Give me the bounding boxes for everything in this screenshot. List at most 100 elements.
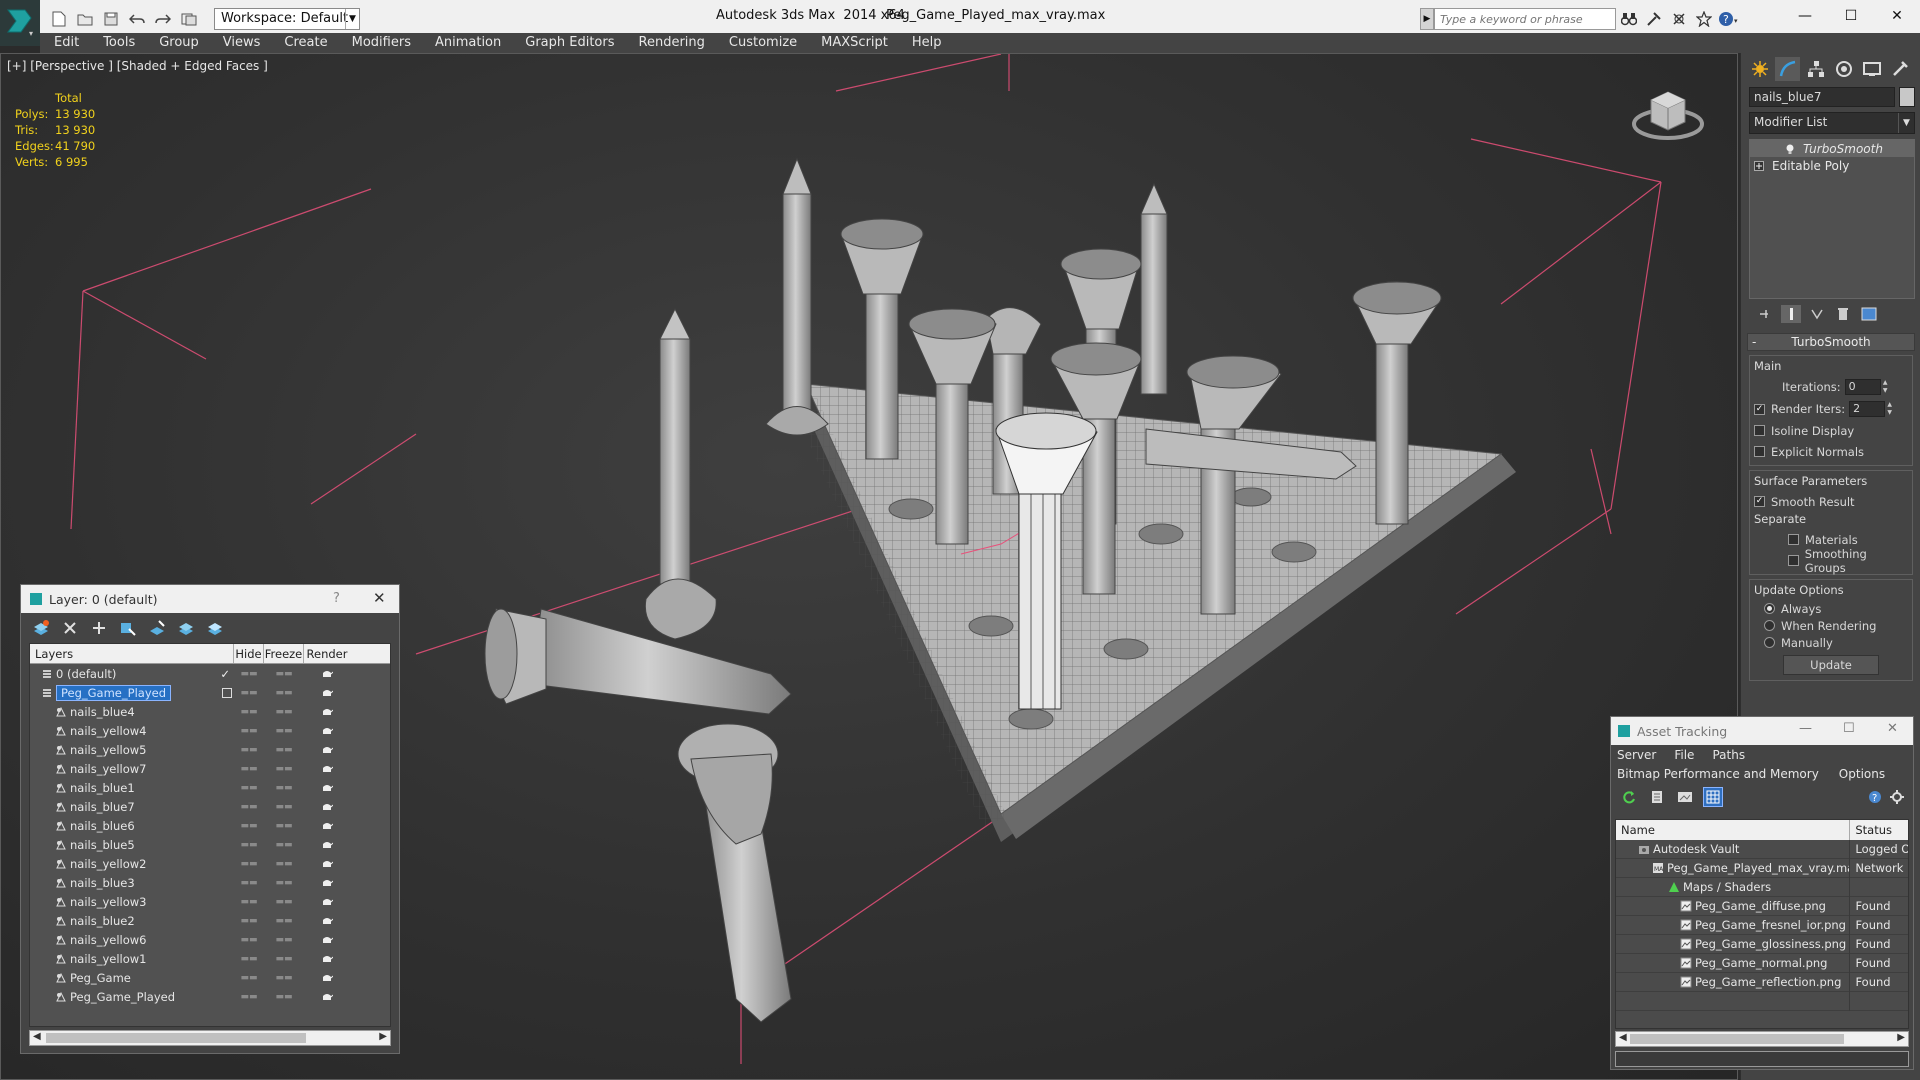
lightbulb-icon[interactable] <box>1785 144 1795 154</box>
render-toggle[interactable] <box>304 840 350 850</box>
table-view-icon[interactable] <box>1703 787 1723 807</box>
make-unique-icon[interactable] <box>1807 305 1827 323</box>
hide-toggle[interactable]: ▬▬ <box>234 878 264 888</box>
rollout-header[interactable]: - TurboSmooth <box>1747 333 1915 351</box>
hide-toggle[interactable]: ▬▬ <box>234 897 264 907</box>
column-status[interactable]: Status <box>1850 820 1908 840</box>
active-layer-check-icon[interactable]: ✓ <box>220 667 230 681</box>
scroll-right-icon[interactable]: ▶ <box>1897 1032 1905 1043</box>
freeze-toggle[interactable]: ▬▬ <box>264 726 304 736</box>
column-hide[interactable]: Hide <box>234 644 264 663</box>
isoline-display-checkbox[interactable] <box>1754 425 1765 436</box>
layer-row[interactable]: nails_yellow3 ▬▬ ▬▬ <box>30 892 390 911</box>
manually-radio[interactable] <box>1764 637 1775 648</box>
open-file-icon[interactable] <box>74 9 96 29</box>
save-file-icon[interactable] <box>100 9 122 29</box>
column-render[interactable]: Render <box>304 644 350 663</box>
configure-modifier-sets-icon[interactable] <box>1859 305 1879 323</box>
close-button[interactable]: ✕ <box>1887 721 1898 736</box>
column-freeze[interactable]: Freeze <box>264 644 304 663</box>
freeze-toggle[interactable]: ▬▬ <box>264 973 304 983</box>
render-toggle[interactable] <box>304 783 350 793</box>
favorites-star-icon[interactable] <box>1692 8 1716 30</box>
help-icon[interactable]: ? ▾ <box>1717 8 1741 30</box>
menu-group[interactable]: Group <box>147 33 211 53</box>
minimize-button[interactable]: — <box>1799 721 1812 736</box>
hierarchy-tab-icon[interactable] <box>1803 57 1828 81</box>
asset-row[interactable]: MAXPeg_Game_Played_max_vray.max Network P… <box>1616 858 1908 878</box>
update-button[interactable]: Update <box>1783 655 1879 675</box>
freeze-toggle[interactable]: ▬▬ <box>264 840 304 850</box>
smooth-result-checkbox[interactable]: ✓ <box>1754 496 1765 507</box>
hide-all-layers-icon[interactable] <box>176 618 196 638</box>
freeze-toggle[interactable]: ▬▬ <box>264 745 304 755</box>
hide-toggle[interactable]: ▬▬ <box>234 802 264 812</box>
list-view-icon[interactable] <box>1647 787 1667 807</box>
scroll-right-icon[interactable]: ▶ <box>379 1031 387 1042</box>
highlight-selected-layer-icon[interactable] <box>147 618 167 638</box>
menu-tools[interactable]: Tools <box>91 33 147 53</box>
refresh-icon[interactable] <box>1619 787 1639 807</box>
menu-create[interactable]: Create <box>272 33 339 53</box>
close-button[interactable]: ✕ <box>373 589 386 607</box>
object-name-field[interactable] <box>1749 87 1895 107</box>
viewport-label[interactable]: [+] [Perspective ] [Shaded + Edged Faces… <box>7 59 268 73</box>
render-toggle[interactable] <box>304 707 350 717</box>
render-toggle[interactable] <box>304 745 350 755</box>
help-icon[interactable]: ? <box>1865 787 1885 807</box>
render-iters-checkbox[interactable]: ✓ <box>1754 403 1765 415</box>
freeze-toggle[interactable]: ▬▬ <box>264 783 304 793</box>
freeze-toggle[interactable]: ▬▬ <box>264 669 304 679</box>
hide-toggle[interactable]: ▬▬ <box>234 840 264 850</box>
minimize-button[interactable]: — <box>1782 0 1828 32</box>
scrollbar-thumb[interactable] <box>46 1033 306 1043</box>
layer-row[interactable]: nails_blue3 ▬▬ ▬▬ <box>30 873 390 892</box>
render-toggle[interactable] <box>304 954 350 964</box>
render-toggle[interactable] <box>304 897 350 907</box>
current-layer-box-icon[interactable] <box>222 687 232 698</box>
menu-bitmap-performance[interactable]: Bitmap Performance and Memory <box>1617 767 1819 781</box>
when-rendering-radio[interactable] <box>1764 620 1775 631</box>
pin-stack-icon[interactable] <box>1755 305 1775 323</box>
hide-toggle[interactable]: ▬▬ <box>234 764 264 774</box>
utilities-tab-icon[interactable] <box>1887 57 1912 81</box>
hide-toggle[interactable]: ▬▬ <box>234 669 264 679</box>
always-radio[interactable] <box>1764 603 1775 614</box>
asset-row[interactable]: Maps / Shaders <box>1616 877 1908 897</box>
render-toggle[interactable] <box>304 878 350 888</box>
materials-checkbox[interactable] <box>1788 534 1799 545</box>
render-iters-spinner[interactable]: 2 <box>1849 401 1886 417</box>
undo-icon[interactable] <box>126 9 148 29</box>
asset-row[interactable]: Autodesk Vault Logged Out <box>1616 839 1908 859</box>
menu-file[interactable]: File <box>1674 748 1694 762</box>
render-toggle[interactable] <box>304 726 350 736</box>
asset-row[interactable]: Peg_Game_diffuse.png Found <box>1616 896 1908 916</box>
layer-row[interactable]: Peg_Game ▬▬ ▬▬ <box>30 968 390 987</box>
hide-toggle[interactable]: ▬▬ <box>234 783 264 793</box>
show-end-result-icon[interactable] <box>1781 305 1801 323</box>
menu-customize[interactable]: Customize <box>717 33 809 53</box>
stack-item-turbosmooth[interactable]: TurboSmooth <box>1750 140 1914 157</box>
asset-row[interactable]: Peg_Game_reflection.png Found <box>1616 972 1908 992</box>
menu-edit[interactable]: Edit <box>40 33 91 53</box>
hide-toggle[interactable]: ▬▬ <box>234 726 264 736</box>
layer-row[interactable]: 0 (default) ✓ ▬▬ ▬▬ <box>30 664 390 683</box>
layer-row[interactable]: nails_yellow6 ▬▬ ▬▬ <box>30 930 390 949</box>
iterations-spinner[interactable]: 0 <box>1844 379 1881 395</box>
asset-row[interactable]: Peg_Game_glossiness.png Found <box>1616 934 1908 954</box>
maximize-button[interactable]: ☐ <box>1828 0 1874 32</box>
stack-item-editable-poly[interactable]: Editable Poly <box>1750 157 1914 174</box>
layer-window-titlebar[interactable]: Layer: 0 (default) ? ✕ <box>21 585 399 613</box>
freeze-toggle[interactable]: ▬▬ <box>264 859 304 869</box>
layer-row[interactable]: Peg_Game_Played ▬▬ ▬▬ <box>30 987 390 1006</box>
freeze-toggle[interactable]: ▬▬ <box>264 802 304 812</box>
menu-maxscript[interactable]: MAXScript <box>809 33 900 53</box>
menu-views[interactable]: Views <box>211 33 273 53</box>
layer-row[interactable]: nails_blue4 ▬▬ ▬▬ <box>30 702 390 721</box>
column-name[interactable]: Name <box>1616 820 1851 840</box>
project-folder-icon[interactable] <box>178 9 200 29</box>
menu-options[interactable]: Options <box>1839 767 1885 781</box>
layer-horizontal-scrollbar[interactable]: ◀ ▶ <box>29 1030 391 1046</box>
workspace-dropdown[interactable]: Workspace: Default ▼ <box>214 8 360 30</box>
spinner-arrows-icon[interactable]: ▲ ▼ <box>1881 379 1890 395</box>
